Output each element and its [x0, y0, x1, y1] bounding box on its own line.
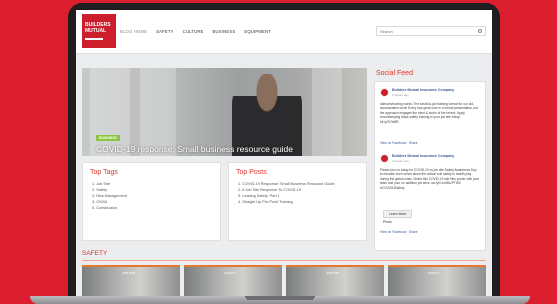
- main-nav: BLOG HOME SAFETY CULTURE BUSINESS EQUIPM…: [120, 29, 271, 34]
- social-post: Builders Mutual Insurance Company 3 week…: [380, 154, 482, 249]
- thumbnail-tag: SAFETY: [428, 271, 440, 275]
- post-text: #deconstructing words: The small-to-job …: [380, 102, 478, 124]
- social-feed-title: Social Feed: [376, 70, 413, 77]
- top-tags-card: Top Tags 1. Job Site 2. Safety 3. Risk M…: [82, 162, 221, 241]
- search-icon[interactable]: [478, 29, 482, 33]
- tag-link[interactable]: 5. Construction: [92, 205, 127, 211]
- hero-window-pane: [90, 68, 130, 156]
- hero-featured-post[interactable]: BUSINESS COVID-19 response: Small busine…: [82, 68, 367, 156]
- safety-article-thumbnail[interactable]: JOB SITE: [82, 265, 180, 296]
- social-post: Builders Mutual Insurance Company 2 week…: [380, 88, 482, 148]
- top-posts-card: Top Posts 1. COVID-19 Response: Small Bu…: [228, 162, 367, 241]
- nav-blog-home[interactable]: BLOG HOME: [120, 29, 147, 34]
- social-feed-panel: Builders Mutual Insurance Company 2 week…: [374, 81, 486, 251]
- safety-article-thumbnail[interactable]: JOB SITE: [286, 265, 384, 296]
- hero-title[interactable]: COVID-19 response: Small business resour…: [96, 144, 293, 154]
- thumbnail-tag: JOB SITE: [122, 271, 136, 275]
- laptop-screen: BUILDERS MUTUAL BLOG HOME SAFETY CULTURE…: [76, 10, 492, 296]
- post-time: 3 weeks ago: [392, 159, 409, 163]
- builders-mutual-logo[interactable]: BUILDERS MUTUAL: [82, 14, 116, 48]
- search-placeholder: Search: [380, 29, 393, 34]
- top-posts-list: 1. COVID-19 Response: Small Business Res…: [238, 181, 334, 205]
- safety-article-thumbnail[interactable]: SAFETY: [184, 265, 282, 296]
- hero-category-badge[interactable]: BUSINESS: [96, 135, 120, 141]
- top-tags-list: 1. Job Site 2. Safety 3. Risk Management…: [92, 181, 127, 211]
- post-actions-link[interactable]: View on Facebook · Share: [380, 141, 418, 145]
- nav-safety[interactable]: SAFETY: [156, 29, 174, 34]
- nav-business[interactable]: BUSINESS: [213, 29, 236, 34]
- thumbnail-tag: JOB SITE: [326, 271, 340, 275]
- company-avatar: [380, 154, 389, 163]
- learn-more-button[interactable]: Learn More: [383, 210, 413, 218]
- hero-window-pane: [312, 68, 342, 156]
- logo-text-line2: MUTUAL: [85, 28, 107, 34]
- post-actions-link[interactable]: View on Facebook · Share: [380, 230, 418, 234]
- search-input[interactable]: Search: [376, 26, 486, 36]
- hero-window-pane: [140, 68, 176, 156]
- nav-culture[interactable]: CULTURE: [183, 29, 204, 34]
- safety-section-title: SAFETY: [82, 250, 108, 257]
- post-author[interactable]: Builders Mutual Insurance Company: [392, 154, 454, 158]
- safety-article-thumbnail[interactable]: SAFETY: [388, 265, 486, 296]
- laptop-notch: [245, 296, 315, 300]
- post-time: 2 weeks ago: [392, 93, 409, 97]
- nav-equipment[interactable]: EQUIPMENT: [244, 29, 271, 34]
- site-header: BUILDERS MUTUAL BLOG HOME SAFETY CULTURE…: [76, 10, 492, 54]
- top-tags-title: Top Tags: [90, 169, 118, 176]
- top-posts-title: Top Posts: [236, 169, 267, 176]
- photo-link[interactable]: Photo: [383, 220, 392, 224]
- post-text: Please join us today for COVID-19 vs job…: [380, 168, 480, 190]
- post-link[interactable]: 4. Straight Up Pre-Point Training: [238, 199, 334, 205]
- company-avatar: [380, 88, 389, 97]
- post-author[interactable]: Builders Mutual Insurance Company: [392, 88, 454, 92]
- thumbnail-tag: SAFETY: [224, 271, 236, 275]
- logo-bar: [85, 38, 103, 40]
- safety-divider: [82, 260, 486, 261]
